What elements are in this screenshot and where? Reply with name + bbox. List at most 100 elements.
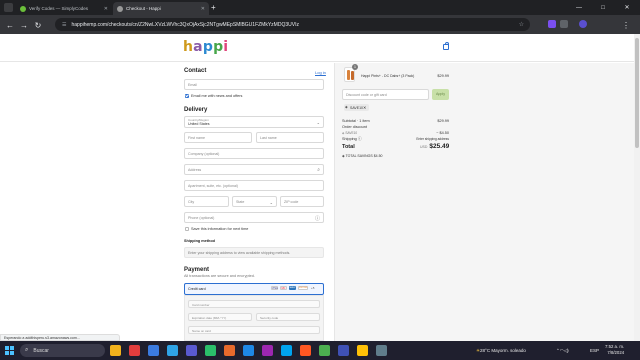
last-name-field[interactable]: Last name [256,132,324,143]
tag-icon: ◈ [345,105,348,109]
tab-title: Verify Codes — SimplyCodes [29,6,89,11]
taskbar-app-icon[interactable] [300,345,311,356]
extension-icon[interactable] [548,20,556,28]
country-select[interactable]: Country/Region United States ⌄ [184,116,324,128]
remove-code-icon[interactable]: ✕ [363,105,366,110]
total-savings-line: ◈ TOTAL SAVINGS $4.50 [342,154,382,158]
currency-code: USD [420,145,428,149]
happi-logo[interactable]: happi [183,39,228,55]
name-on-card-field[interactable]: Name on card [188,326,320,334]
email-placeholder: Email [188,83,197,87]
browser-menu-icon[interactable]: ⋮ [620,19,632,31]
shipping-label: Shipping [342,137,357,141]
newsletter-checkbox[interactable] [185,94,189,98]
help-icon[interactable]: ⓘ [315,215,320,222]
url-text[interactable]: happihemp.com/checkouts/cn/Z2NwLXVzLWVhc… [71,22,298,28]
zip-field[interactable]: ZIP code [280,196,324,207]
phone-field[interactable]: Phone (optional) ⓘ [184,212,324,223]
login-link[interactable]: Log in [315,70,326,75]
name-on-card-placeholder: Name on card [192,329,211,333]
expiration-field[interactable]: Expiration date (MM / YY) [188,313,252,321]
save-info-checkbox[interactable] [185,227,189,231]
subtotal-value: $29.99 [437,119,449,123]
product-name: Happi Pints+ - DC Dabs+ (3 Pack) [361,74,415,78]
last-name-placeholder: Last name [260,136,277,140]
taskbar-app-icon[interactable] [186,345,197,356]
reload-icon[interactable]: ↻ [32,19,44,31]
browser-toolbar: ← → ↻ ☰ happihemp.com/checkouts/cn/Z2NwL… [0,15,640,34]
taskbar-app-icon[interactable] [262,345,273,356]
new-tab-button[interactable]: + [211,3,216,13]
minimize-button[interactable]: — [567,0,591,15]
extensions-puzzle-icon[interactable] [560,20,568,28]
amex-icon: AMEX [289,286,296,290]
scrollbar-thumb[interactable] [635,38,639,148]
company-field[interactable]: Company (optional) [184,148,324,159]
taskbar-app-icon[interactable] [167,345,178,356]
maximize-button[interactable]: □ [591,0,615,15]
tab-simplycodes[interactable]: Verify Codes — SimplyCodes ✕ [16,2,112,15]
mastercard-icon: MC [280,286,287,290]
taskbar-app-icon[interactable] [205,345,216,356]
system-tray[interactable]: ⌃ ◠ ◁) [556,341,569,360]
address-field[interactable]: Address ⌕ [184,164,324,175]
tab-happi-checkout[interactable]: Checkout - Happi ✕ [113,2,209,15]
weather-widget[interactable]: ☀ 28°C Mayorm. soleado [476,341,526,360]
chevron-down-icon: ⌄ [316,120,320,125]
city-field[interactable]: City [184,196,229,207]
taskbar-app-icon[interactable] [129,345,140,356]
taskbar-search[interactable]: ⌕ Buscar [20,344,105,357]
credit-card-option[interactable]: Credit card VISA MC AMEX DISCOVER +5 [184,283,324,295]
discount-code-field[interactable]: Discount code or gift card [342,89,429,100]
back-arrow-icon[interactable]: ← [4,19,16,31]
product-price: $29.99 [437,74,449,78]
taskbar-app-icon[interactable] [357,345,368,356]
country-value: United States [188,122,210,126]
taskbar-app-icon[interactable] [338,345,349,356]
more-cards-badge: +5 [311,286,315,290]
chevron-down-icon: ⌄ [269,200,273,205]
taskbar-app-icon[interactable] [319,345,330,356]
site-header: happi [0,34,634,62]
address-bar[interactable]: ☰ happihemp.com/checkouts/cn/Z2NwLXVzLWV… [55,18,530,31]
contact-heading: Contact [184,68,207,74]
shipping-method-heading: Shipping method [184,239,216,243]
forward-arrow-icon[interactable]: → [18,19,30,31]
order-discount-label: Order discount [342,125,367,129]
page-scrollbar[interactable] [634,34,640,341]
simplycodes-favicon-icon [20,5,26,12]
first-name-field[interactable]: First name [184,132,252,143]
profile-avatar[interactable] [579,20,587,28]
taskbar-app-icon[interactable] [243,345,254,356]
volume-icon[interactable]: ◁) [564,348,569,354]
bag-icon[interactable] [443,42,449,50]
taskbar-app-icon[interactable] [148,345,159,356]
close-window-button[interactable]: ✕ [615,0,639,15]
email-field[interactable]: Email [184,79,324,90]
taskbar-app-icon[interactable] [376,345,387,356]
expiration-placeholder: Expiration date (MM / YY) [192,316,227,320]
help-icon[interactable]: ⓘ [358,137,362,141]
close-tab-icon[interactable]: ✕ [201,6,205,12]
windows-start-icon[interactable] [5,346,14,355]
state-select[interactable]: State ⌄ [232,196,277,207]
card-number-field[interactable]: Card number [188,300,320,308]
taskbar-app-icon[interactable] [110,345,121,356]
discount-value: − $4.50 [436,131,449,135]
bookmark-star-icon[interactable]: ☆ [519,21,524,28]
close-tab-icon[interactable]: ✕ [104,6,108,12]
weather-text: 28°C Mayorm. soleado [480,348,526,353]
taskbar-app-icon[interactable] [281,345,292,356]
taskbar-app-icon[interactable] [224,345,235,356]
site-info-icon[interactable]: ☰ [62,22,66,28]
city-placeholder: City [188,200,195,204]
language-indicator[interactable]: ESP [590,341,599,360]
tab-search-button[interactable] [4,3,13,12]
security-code-field[interactable]: Security code [256,313,320,321]
happi-favicon-icon [117,5,123,12]
total-amount: USD $25.49 [420,143,449,150]
taskbar-clock[interactable]: 7:52 a. m. 7/8/2024 [605,344,624,356]
apartment-field[interactable]: Apartment, suite, etc. (optional) [184,180,324,191]
apply-button[interactable]: Apply [432,89,449,100]
quantity-badge: 1 [352,64,358,70]
